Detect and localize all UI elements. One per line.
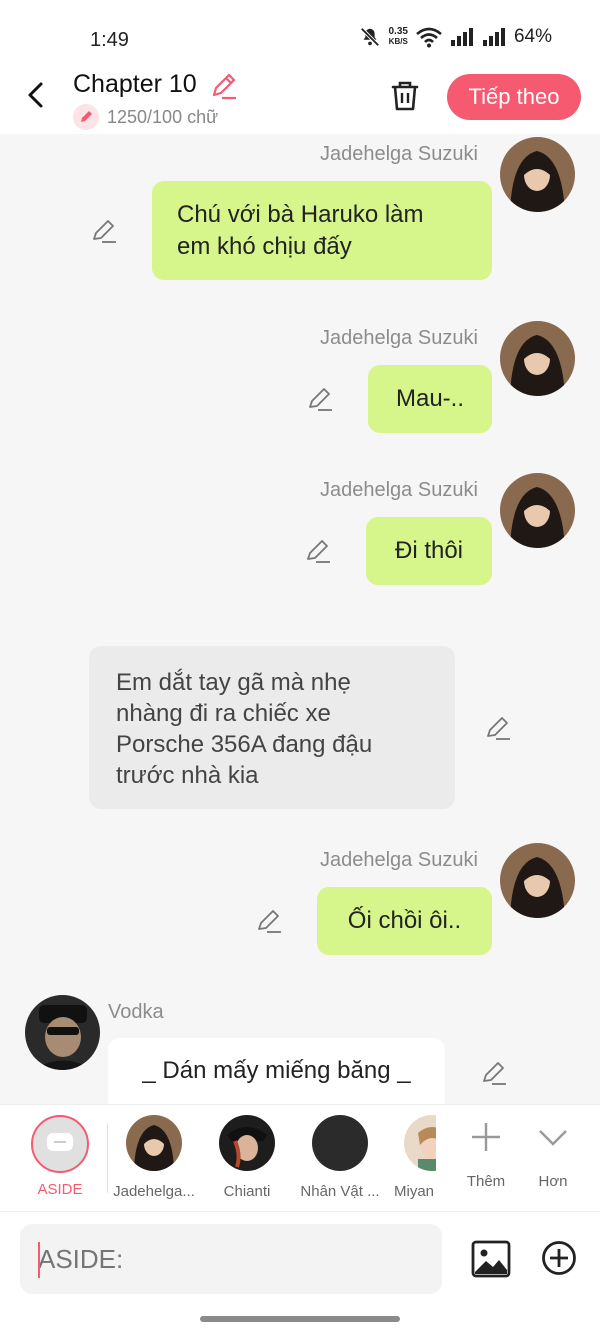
composer-bar xyxy=(0,1211,600,1334)
message-bubble[interactable]: Đi thôi xyxy=(366,517,492,585)
next-button[interactable]: Tiếp theo xyxy=(447,74,581,120)
expand-characters-button[interactable]: Hơn xyxy=(508,1119,598,1190)
character-jadehelga[interactable]: Jadehelga... xyxy=(109,1115,199,1200)
add-circle-icon[interactable] xyxy=(541,1240,577,1276)
character-aside[interactable]: ASIDE xyxy=(15,1115,105,1198)
signal-icon-2 xyxy=(482,28,505,46)
plus-icon xyxy=(472,1123,500,1151)
message-input[interactable] xyxy=(20,1224,442,1294)
text-caret xyxy=(38,1242,40,1278)
character-avatar xyxy=(404,1115,436,1171)
word-count-text: 1250/100 chữ xyxy=(107,106,219,127)
avatar-jadehelga[interactable] xyxy=(500,843,575,918)
chevron-down-icon xyxy=(539,1130,567,1146)
net-speed: 0.35 KB/S xyxy=(388,26,408,47)
edit-message-pencil-icon[interactable] xyxy=(90,217,118,245)
home-indicator[interactable] xyxy=(200,1316,400,1322)
signal-icon xyxy=(450,28,473,46)
avatar-jadehelga[interactable] xyxy=(500,473,575,548)
character-selector: ASIDE Jadehelga... Chianti Nhân Vật ... … xyxy=(0,1104,600,1211)
edit-title-pencil-icon[interactable] xyxy=(208,71,238,101)
speaker-name: Jadehelga Suzuki xyxy=(320,327,478,349)
speaker-name: Jadehelga Suzuki xyxy=(320,143,478,165)
edit-message-pencil-icon[interactable] xyxy=(304,537,332,565)
character-divider xyxy=(107,1123,108,1193)
character-nhan-vat[interactable]: Nhân Vật ... xyxy=(295,1115,385,1200)
battery-percent: 64% xyxy=(513,26,552,47)
character-avatar xyxy=(126,1115,182,1171)
wifi-icon xyxy=(416,27,442,48)
word-count-pencil-icon xyxy=(73,104,99,130)
mute-bell-icon xyxy=(359,27,380,47)
trash-icon[interactable] xyxy=(387,78,423,114)
character-miyan[interactable]: Miyan xyxy=(390,1115,436,1200)
narration-bubble[interactable]: Em dắt tay gã mà nhẹ nhàng đi ra chiếc x… xyxy=(89,646,455,809)
aside-chat-icon xyxy=(31,1115,89,1173)
status-icons: 0.35 KB/S 64% xyxy=(359,26,552,48)
edit-message-pencil-icon[interactable] xyxy=(484,714,512,742)
app-header: Chapter 10 1250/100 chữ Tiếp theo xyxy=(0,66,600,134)
message-bubble[interactable]: Ối chồi ôi.. xyxy=(317,887,492,955)
character-avatar xyxy=(219,1115,275,1171)
edit-message-pencil-icon[interactable] xyxy=(306,385,334,413)
edit-message-pencil-icon[interactable] xyxy=(480,1059,508,1087)
word-count: 1250/100 chữ xyxy=(73,104,218,130)
avatar-jadehelga[interactable] xyxy=(500,321,575,396)
speaker-name: Vodka xyxy=(108,1001,164,1023)
character-avatar xyxy=(312,1115,368,1171)
character-chianti[interactable]: Chianti xyxy=(202,1115,292,1200)
image-icon[interactable] xyxy=(471,1240,511,1278)
message-bubble[interactable]: Mau-.. xyxy=(368,365,492,433)
status-bar: 1:49 0.35 KB/S 64% xyxy=(0,0,600,66)
avatar-jadehelga[interactable] xyxy=(500,137,575,212)
edit-message-pencil-icon[interactable] xyxy=(255,907,283,935)
chapter-title: Chapter 10 xyxy=(73,70,197,98)
message-bubble[interactable]: _ Dán mấy miếng băng _ xyxy=(108,1038,445,1104)
message-bubble[interactable]: Chú với bà Haruko làm em khó chịu đấy xyxy=(152,181,492,280)
back-arrow-icon[interactable] xyxy=(22,80,52,110)
avatar-vodka[interactable] xyxy=(25,995,100,1070)
speaker-name: Jadehelga Suzuki xyxy=(320,479,478,501)
status-time: 1:49 xyxy=(90,29,129,51)
speaker-name: Jadehelga Suzuki xyxy=(320,849,478,871)
